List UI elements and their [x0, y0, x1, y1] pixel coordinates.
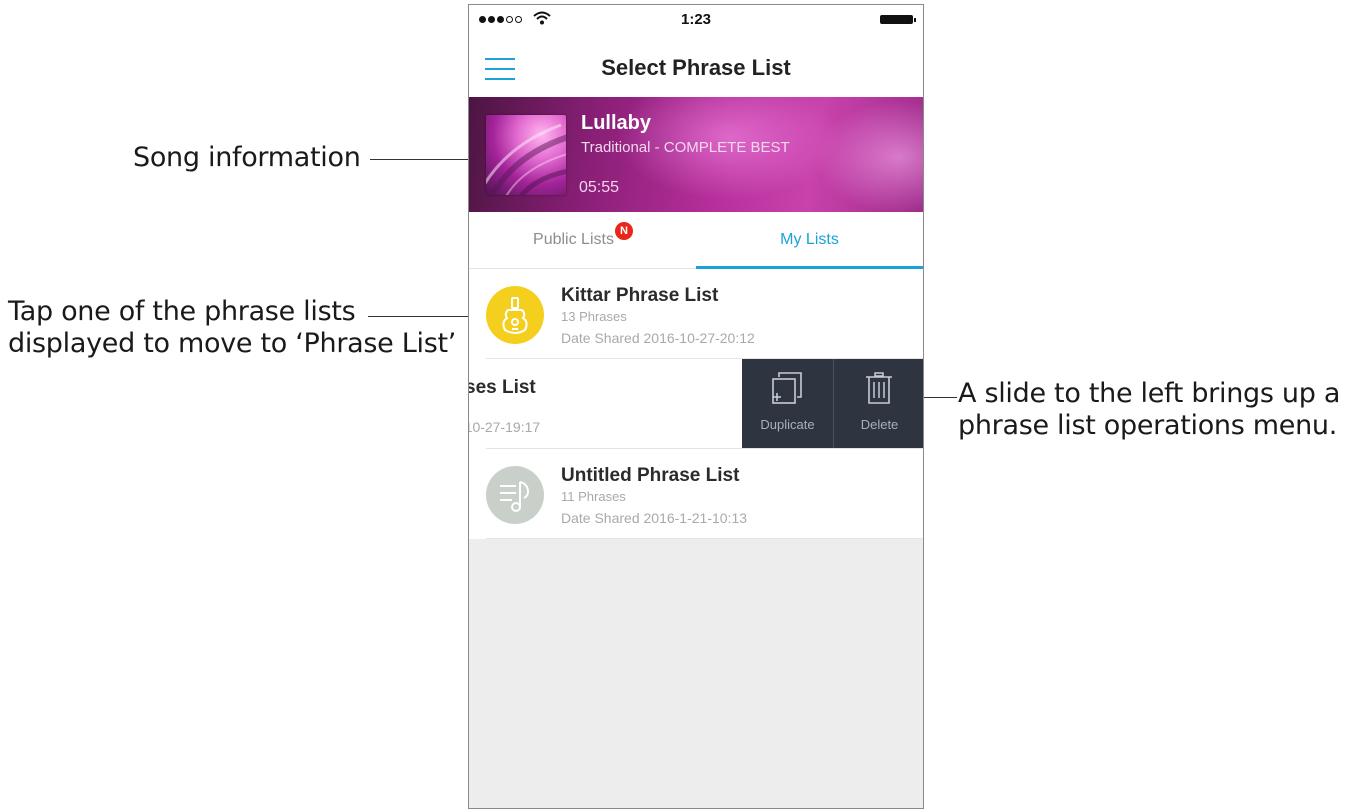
song-information-banner: Lullaby Traditional - COMPLETE BEST 05:5… — [469, 97, 923, 212]
page-title: Select Phrase List — [601, 55, 791, 80]
tab-public-lists[interactable]: Public Lists N — [469, 212, 696, 269]
annotation-leader-line — [370, 159, 484, 160]
annotation-leader-line — [368, 316, 468, 317]
delete-label: Delete — [860, 417, 899, 432]
phone-screen: 1:23 Select Phrase List Lullaby Traditio… — [468, 4, 924, 809]
status-bar: 1:23 — [469, 5, 923, 35]
navigation-bar: Select Phrase List — [469, 35, 923, 97]
battery-icon — [880, 15, 916, 24]
list-item-swiped[interactable]: ses List -10-27-19:17 Duplicate Delete — [469, 359, 923, 449]
music-note-list-icon — [486, 466, 544, 524]
trash-icon — [866, 372, 892, 404]
tab-label: My Lists — [780, 231, 839, 248]
delete-button[interactable]: Delete — [834, 359, 923, 448]
annotation-slide-menu: A slide to the left brings up a phrase l… — [958, 378, 1341, 441]
song-title: Lullaby — [581, 112, 652, 134]
album-art — [486, 115, 566, 195]
phrase-count: 11 Phrases — [561, 489, 626, 504]
duplicate-label: Duplicate — [760, 417, 815, 432]
divider — [486, 538, 923, 539]
tab-my-lists[interactable]: My Lists — [696, 212, 923, 269]
status-time: 1:23 — [680, 11, 712, 28]
date-shared: Date Shared 2016-1-21-10:13 — [561, 510, 748, 526]
tab-label: Public Lists — [533, 231, 614, 248]
list-title: Untitled Phrase List — [561, 465, 740, 486]
duplicate-button[interactable]: Duplicate — [742, 359, 833, 448]
list-item[interactable]: Untitled Phrase List 11 Phrases Date Sha… — [469, 449, 923, 539]
list-title: ses List — [468, 377, 536, 398]
annotation-tap-phrase-list: Tap one of the phrase lists displayed to… — [8, 296, 457, 359]
phrase-list: Kittar Phrase List 13 Phrases Date Share… — [469, 269, 923, 539]
date-shared: -10-27-19:17 — [468, 419, 541, 435]
duplicate-icon — [772, 372, 802, 404]
list-item[interactable]: Kittar Phrase List 13 Phrases Date Share… — [469, 269, 923, 359]
date-shared: Date Shared 2016-10-27-20:12 — [561, 330, 755, 346]
list-title: Kittar Phrase List — [561, 285, 719, 306]
annotation-song-information: Song information — [133, 142, 361, 173]
guitar-icon — [486, 286, 544, 344]
phrase-count: 13 Phrases — [561, 309, 627, 324]
new-badge: N — [614, 222, 633, 240]
song-artist: Traditional - COMPLETE BEST — [581, 139, 790, 156]
list-operations-menu: Duplicate Delete — [742, 359, 923, 448]
song-duration: 05:55 — [579, 179, 620, 196]
list-tabs: Public Lists N My Lists — [469, 212, 923, 269]
